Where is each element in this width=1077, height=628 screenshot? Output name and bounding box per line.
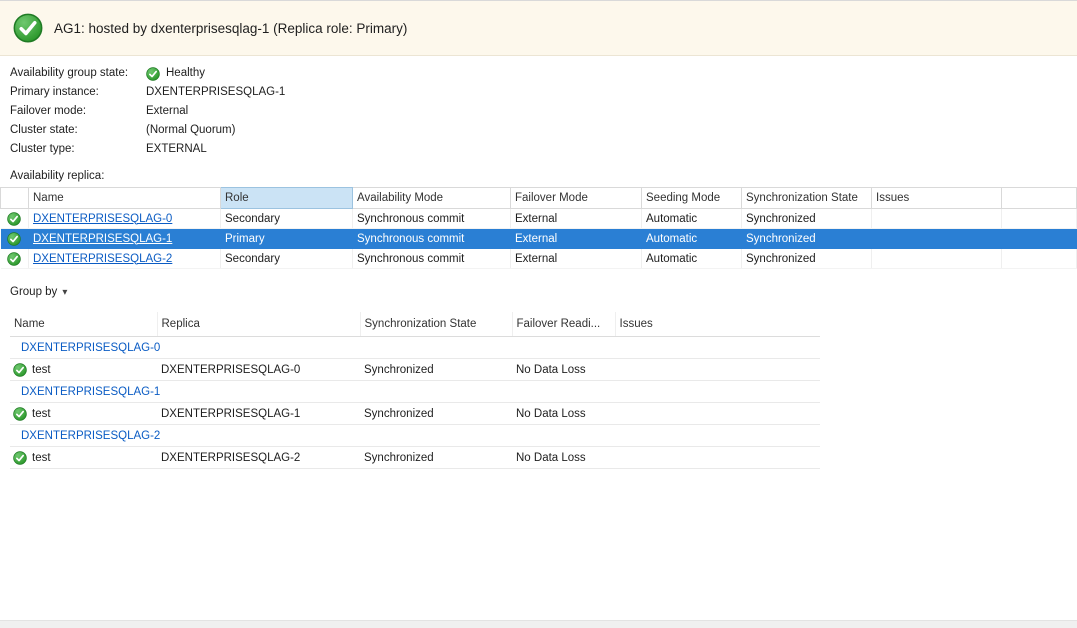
database-row[interactable]: test DXENTERPRISESQLAG-0 Synchronized No… [10,359,820,381]
column-header-status[interactable] [1,188,29,209]
replica-seeding-mode: Automatic [642,229,742,249]
database-synchronization-state: Synchronized [360,359,512,381]
database-issues [615,359,820,381]
column-header-issues[interactable]: Issues [615,312,820,337]
replica-synchronization-state: Synchronized [742,249,872,269]
column-header-seeding-mode[interactable]: Seeding Mode [642,188,742,209]
group-state-label: Availability group state: [10,64,146,83]
primary-instance-value: DXENTERPRISESQLAG-1 [146,83,285,102]
database-replica: DXENTERPRISESQLAG-2 [157,447,360,469]
group-by-dropdown[interactable]: Group by ▾ [10,282,67,302]
replica-row-selected[interactable]: DXENTERPRISESQLAG-1 Primary Synchronous … [1,229,1077,249]
column-header-filler [1002,188,1077,209]
column-header-failover-mode[interactable]: Failover Mode [511,188,642,209]
column-header-failover-readiness[interactable]: Failover Readi... [512,312,615,337]
healthy-check-icon [13,451,27,465]
database-failover-readiness: No Data Loss [512,447,615,469]
database-issues [615,403,820,425]
database-name: test [32,364,51,376]
replica-role: Primary [221,229,353,249]
healthy-check-icon [146,67,160,81]
availability-replica-label: Availability replica: [10,170,1077,182]
replica-row[interactable]: DXENTERPRISESQLAG-0 Secondary Synchronou… [1,209,1077,229]
chevron-down-icon: ▾ [62,287,67,298]
failover-mode-value: External [146,102,188,121]
replica-failover-mode: External [511,229,642,249]
database-failover-readiness: No Data Loss [512,403,615,425]
database-replica: DXENTERPRISESQLAG-0 [157,359,360,381]
healthy-check-icon [7,252,21,266]
group-header-row: DXENTERPRISESQLAG-0 [10,337,820,359]
column-header-role[interactable]: Role [221,188,353,209]
replica-name-link[interactable]: DXENTERPRISESQLAG-2 [33,253,172,265]
availability-group-dashboard: AG1: hosted by dxenterprisesqlag-1 (Repl… [0,0,1077,628]
primary-instance-label: Primary instance: [10,83,146,102]
failover-mode-label: Failover mode: [10,102,146,121]
page-title: AG1: hosted by dxenterprisesqlag-1 (Repl… [54,21,407,36]
healthy-check-icon [13,407,27,421]
replica-availability-mode: Synchronous commit [353,249,511,269]
database-row[interactable]: test DXENTERPRISESQLAG-1 Synchronized No… [10,403,820,425]
replica-seeding-mode: Automatic [642,249,742,269]
cluster-state-value: (Normal Quorum) [146,121,235,140]
column-header-issues[interactable]: Issues [872,188,1002,209]
column-header-synchronization-state[interactable]: Synchronization State [360,312,512,337]
replica-failover-mode: External [511,249,642,269]
replica-table-header-row: Name Role Availability Mode Failover Mod… [1,188,1077,209]
database-name: test [32,408,51,420]
replica-availability-mode: Synchronous commit [353,229,511,249]
healthy-check-icon [13,363,27,377]
database-synchronization-state: Synchronized [360,447,512,469]
group-header-row: DXENTERPRISESQLAG-2 [10,425,820,447]
replica-availability-mode: Synchronous commit [353,209,511,229]
databases-table: Name Replica Synchronization State Failo… [10,312,820,469]
bottom-status-strip [0,620,1077,628]
group-state-value: Healthy [166,64,205,83]
cluster-type-value: EXTERNAL [146,140,207,159]
replica-synchronization-state: Synchronized [742,209,872,229]
healthy-check-icon [13,13,43,43]
summary-row-cluster-type: Cluster type: EXTERNAL [10,140,1077,159]
databases-table-header-row: Name Replica Synchronization State Failo… [10,312,820,337]
replica-role: Secondary [221,249,353,269]
cluster-state-label: Cluster state: [10,121,146,140]
group-name: DXENTERPRISESQLAG-1 [10,381,820,403]
group-name: DXENTERPRISESQLAG-2 [10,425,820,447]
database-failover-readiness: No Data Loss [512,359,615,381]
replica-name-link[interactable]: DXENTERPRISESQLAG-0 [33,213,172,225]
cluster-type-label: Cluster type: [10,140,146,159]
column-header-name[interactable]: Name [29,188,221,209]
replica-issues [872,209,1002,229]
column-header-synchronization-state[interactable]: Synchronization State [742,188,872,209]
database-row[interactable]: test DXENTERPRISESQLAG-2 Synchronized No… [10,447,820,469]
database-issues [615,447,820,469]
replica-name-link[interactable]: DXENTERPRISESQLAG-1 [33,233,172,245]
group-name: DXENTERPRISESQLAG-0 [10,337,820,359]
replica-failover-mode: External [511,209,642,229]
healthy-check-icon [7,232,21,246]
replica-seeding-mode: Automatic [642,209,742,229]
replica-issues [872,229,1002,249]
replica-role: Secondary [221,209,353,229]
summary-row-failover-mode: Failover mode: External [10,102,1077,121]
column-header-availability-mode[interactable]: Availability Mode [353,188,511,209]
database-synchronization-state: Synchronized [360,403,512,425]
replica-issues [872,249,1002,269]
healthy-check-icon [7,212,21,226]
group-header-row: DXENTERPRISESQLAG-1 [10,381,820,403]
summary-row-primary-instance: Primary instance: DXENTERPRISESQLAG-1 [10,83,1077,102]
dashboard-header: AG1: hosted by dxenterprisesqlag-1 (Repl… [0,1,1077,56]
replica-row[interactable]: DXENTERPRISESQLAG-2 Secondary Synchronou… [1,249,1077,269]
column-header-replica[interactable]: Replica [157,312,360,337]
column-header-name[interactable]: Name [10,312,157,337]
database-name: test [32,452,51,464]
summary-row-group-state: Availability group state: Healthy [10,64,1077,83]
availability-replica-table: Name Role Availability Mode Failover Mod… [0,187,1077,269]
summary-row-cluster-state: Cluster state: (Normal Quorum) [10,121,1077,140]
database-replica: DXENTERPRISESQLAG-1 [157,403,360,425]
replica-synchronization-state: Synchronized [742,229,872,249]
summary-section: Availability group state: Healthy Primar… [0,56,1077,159]
group-by-label: Group by [10,286,57,298]
